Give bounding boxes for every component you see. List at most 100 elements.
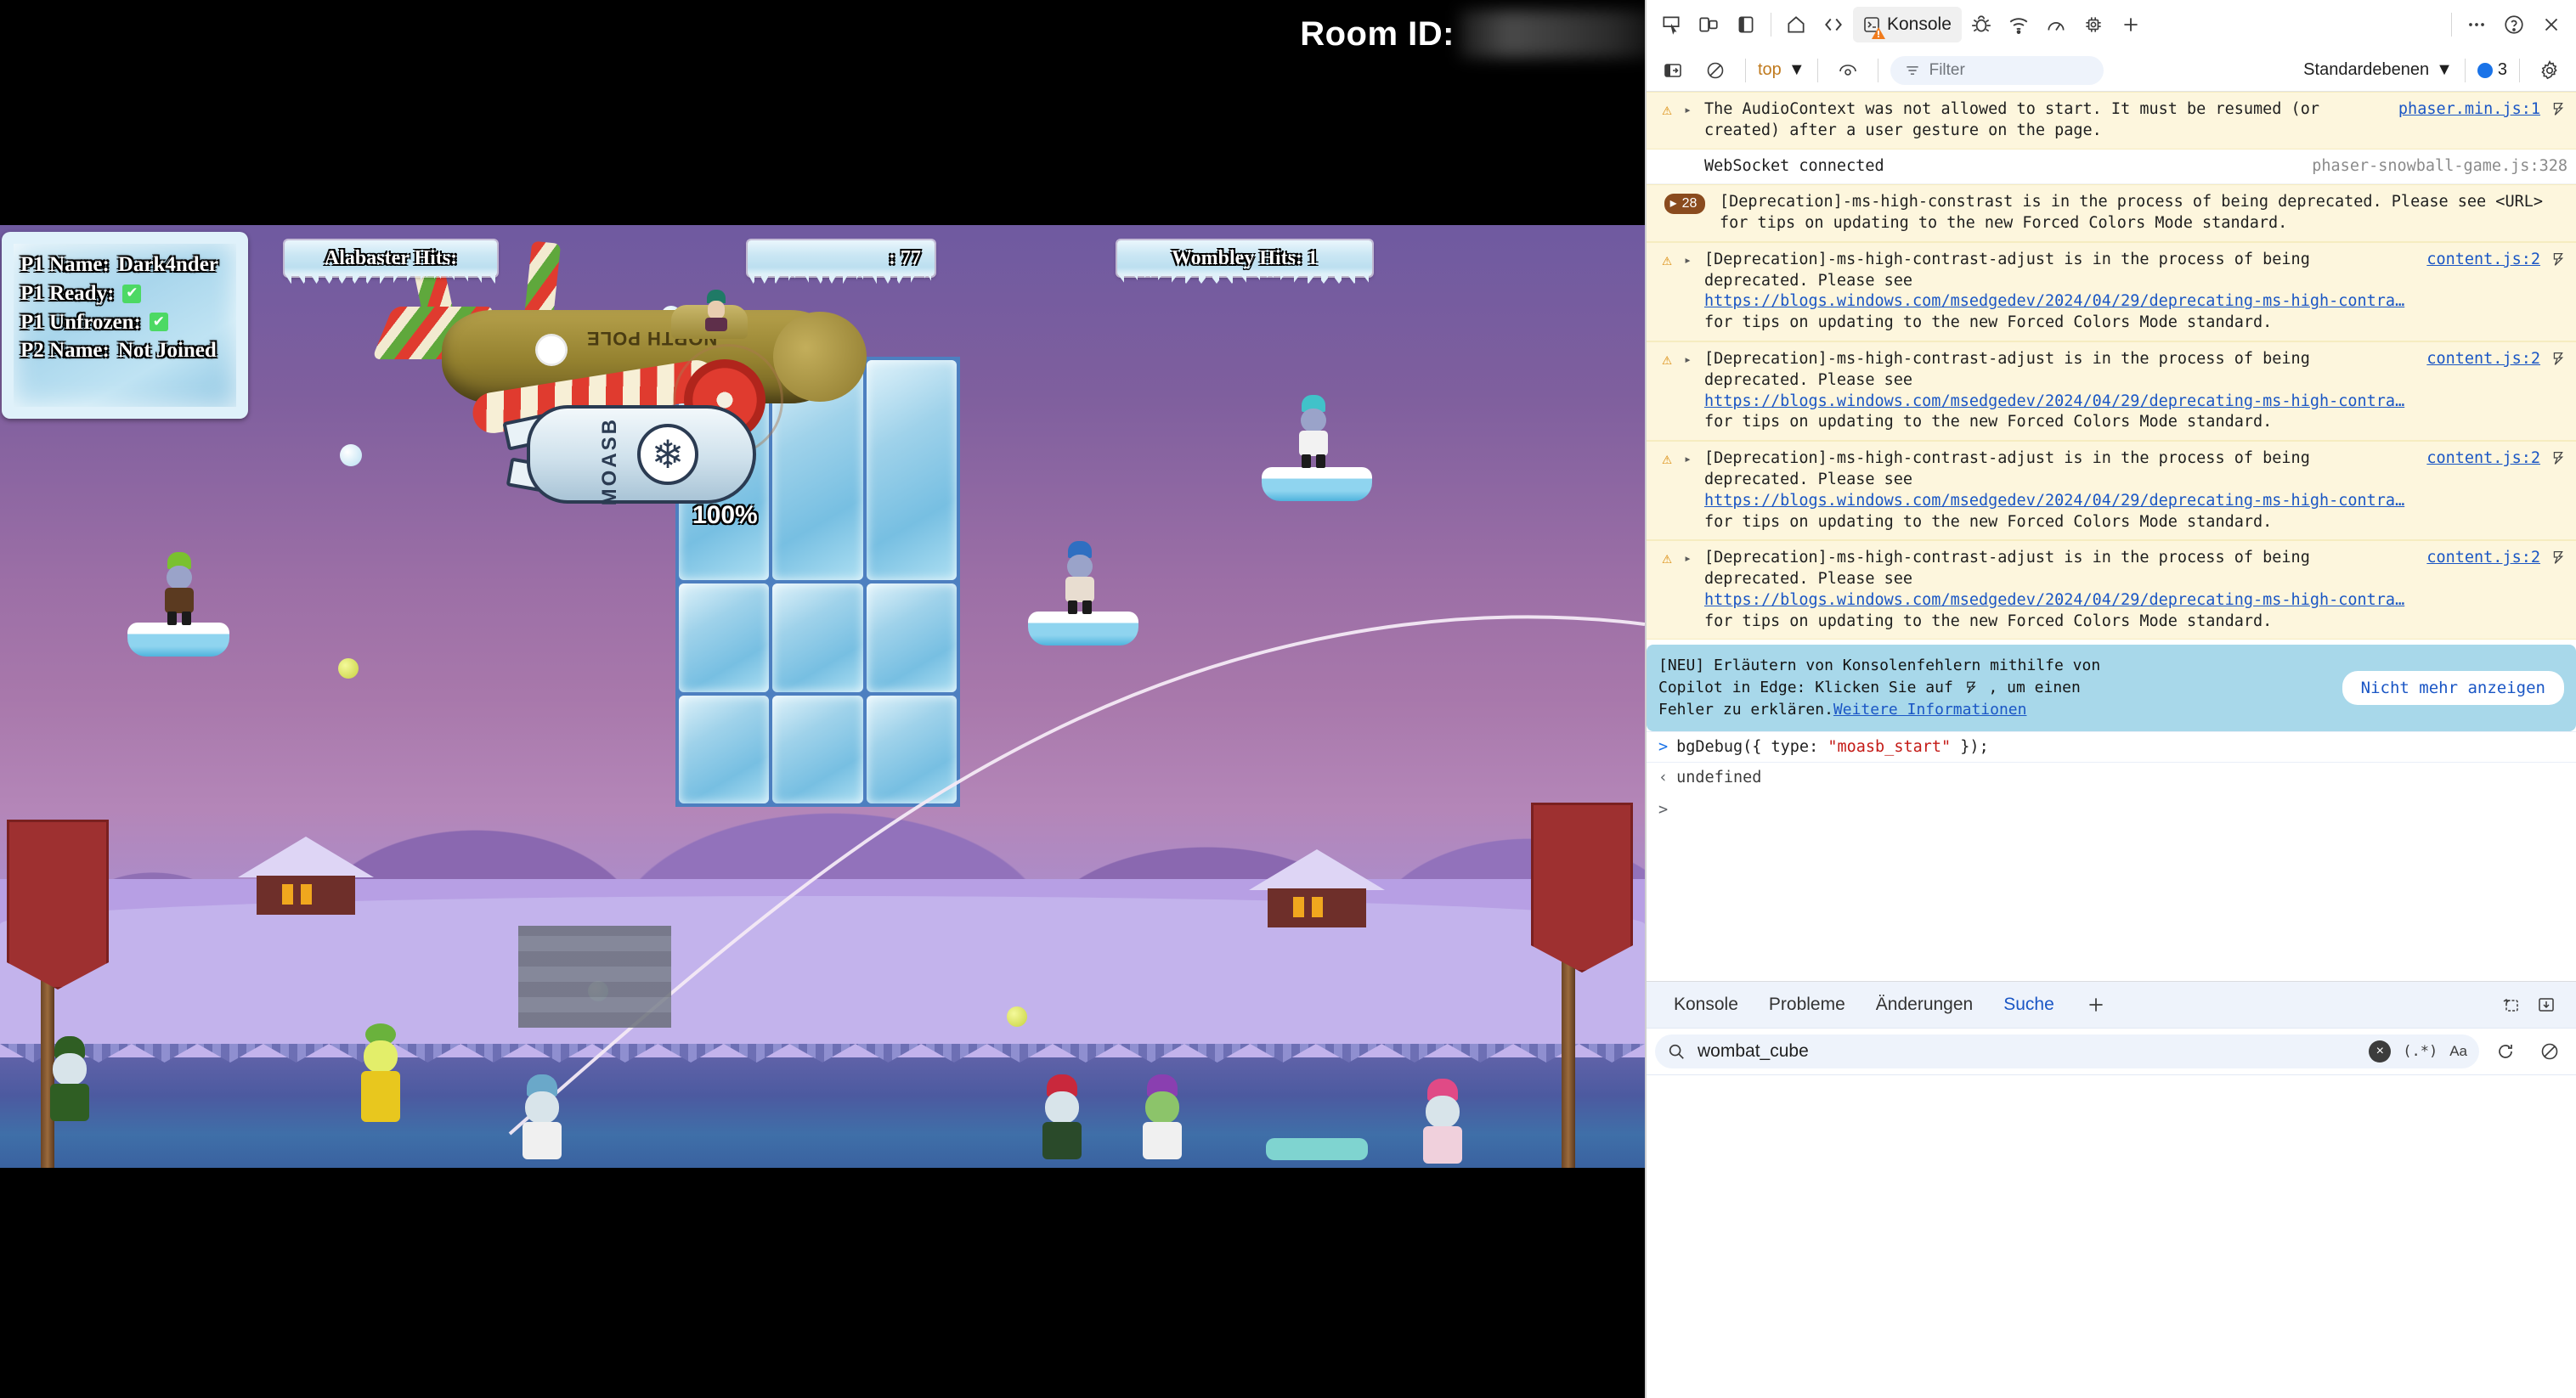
- hud-row-p1-ready: P1 Ready: ✔: [20, 279, 218, 308]
- add-panel-icon[interactable]: [2113, 7, 2149, 42]
- context-selector[interactable]: top ▼: [1758, 60, 1805, 80]
- console-prompt[interactable]: >: [1647, 792, 2576, 827]
- copilot-promo-line3a: Fehler zu erklären.: [1658, 701, 1833, 719]
- memory-icon[interactable]: [2076, 7, 2111, 42]
- console-message-warning[interactable]: ⚠ ▸ [Deprecation]-ms-high-contrast-adjus…: [1647, 441, 2576, 540]
- search-input-value[interactable]: wombat_cube: [1698, 1041, 2357, 1062]
- copilot-learn-more-link[interactable]: Weitere Informationen: [1833, 701, 2027, 719]
- message-tail: for tips on updating to the new Forced C…: [1704, 413, 2272, 431]
- house-window: [1312, 897, 1323, 917]
- game-canvas[interactable]: 100% NORTH POLE: [0, 225, 1645, 1168]
- copilot-explain-icon[interactable]: [2549, 99, 2568, 142]
- drawer-tab-suche[interactable]: Suche: [1988, 982, 2070, 1028]
- drawer-tab-konsole[interactable]: Konsole: [1658, 982, 1754, 1028]
- console-message-source[interactable]: content.js:2: [2426, 250, 2540, 334]
- copilot-dismiss-button[interactable]: Nicht mehr anzeigen: [2342, 671, 2564, 705]
- console-input-echo: > bgDebug({ type: "moasb_start" });: [1647, 731, 2576, 763]
- clear-search-results-icon[interactable]: [2532, 1034, 2568, 1069]
- console-message-warning[interactable]: ⚠ ▸ [Deprecation]-ms-high-contrast-adjus…: [1647, 341, 2576, 441]
- character-torso: [1143, 1122, 1182, 1159]
- character-ground-4: [1037, 1074, 1087, 1168]
- console-sidebar-toggle-icon[interactable]: [1655, 53, 1691, 88]
- console-output[interactable]: ⚠ ▸ The AudioContext was not allowed to …: [1647, 92, 2576, 981]
- log-levels-value: Standardebenen: [2303, 60, 2429, 80]
- chevron-down-icon: ▼: [2436, 60, 2453, 80]
- console-message-warning[interactable]: ⚠ ▸ [Deprecation]-ms-high-contrast-adjus…: [1647, 540, 2576, 640]
- console-message-log[interactable]: WebSocket connected phaser-snowball-game…: [1647, 149, 2576, 185]
- console-message-source[interactable]: content.js:2: [2426, 548, 2540, 632]
- tab-konsole[interactable]: Konsole: [1853, 7, 1962, 42]
- performance-icon[interactable]: [2038, 7, 2074, 42]
- live-expression-icon[interactable]: [1830, 53, 1866, 88]
- console-filter-input[interactable]: Filter: [1890, 56, 2104, 85]
- drawer-tab-probleme[interactable]: Probleme: [1754, 982, 1861, 1028]
- message-url-link[interactable]: https://blogs.windows.com/msedgedev/2024…: [1704, 292, 2404, 310]
- log-levels-selector[interactable]: Standardebenen ▼: [2303, 60, 2453, 80]
- welcome-home-icon[interactable]: [1778, 7, 1814, 42]
- edge-devtools-panel: Konsole: [1645, 0, 2576, 1398]
- inspect-element-icon[interactable]: [1653, 7, 1689, 42]
- copilot-explain-icon[interactable]: [2549, 250, 2568, 334]
- elf-torso: [1299, 431, 1328, 456]
- message-url-link[interactable]: https://blogs.windows.com/msedgedev/2024…: [1704, 392, 2404, 410]
- character-head: [1145, 1091, 1179, 1124]
- more-tools-icon[interactable]: [2459, 7, 2494, 42]
- refresh-search-icon[interactable]: [2488, 1034, 2523, 1069]
- message-url-link[interactable]: https://blogs.windows.com/msedgedev/2024…: [1704, 492, 2404, 510]
- console-message-source[interactable]: phaser.min.js:1: [2398, 99, 2540, 142]
- copilot-explain-icon[interactable]: [2549, 349, 2568, 433]
- console-message-group[interactable]: ▸ 28 [Deprecation]-ms-high-constrast is …: [1647, 184, 2576, 242]
- expand-arrow-icon[interactable]: ▸: [1684, 448, 1696, 533]
- gear-icon[interactable]: [2532, 53, 2568, 88]
- console-result-row: ‹ undefined: [1647, 763, 2576, 792]
- help-icon[interactable]: [2496, 7, 2532, 42]
- console-message-warning[interactable]: ⚠ ▸ The AudioContext was not allowed to …: [1647, 92, 2576, 149]
- group-count-value: 28: [1682, 194, 1698, 212]
- console-message-warning[interactable]: ⚠ ▸ [Deprecation]-ms-high-contrast-adjus…: [1647, 242, 2576, 341]
- console-message-source[interactable]: phaser-snowball-game.js:328: [2312, 156, 2568, 178]
- elements-panel-icon[interactable]: [1816, 7, 1851, 42]
- group-count-badge[interactable]: ▸ 28: [1664, 194, 1706, 213]
- snowball-yellow: [338, 658, 359, 679]
- match-case-icon[interactable]: Aa: [2449, 1043, 2467, 1060]
- restore-drawer-icon[interactable]: [2493, 987, 2528, 1023]
- expand-arrow-icon[interactable]: ▸: [1684, 349, 1696, 433]
- message-url-link[interactable]: https://blogs.windows.com/msedgedev/2024…: [1704, 591, 2404, 609]
- expand-arrow-icon[interactable]: ▸: [1684, 250, 1696, 334]
- drawer-add-tab-button[interactable]: [2070, 982, 2122, 1028]
- console-message-source[interactable]: content.js:2: [2426, 349, 2540, 433]
- drawer-tab-anderungen[interactable]: Änderungen: [1861, 982, 1988, 1028]
- debugger-icon[interactable]: [1963, 7, 1999, 42]
- snow-hill-near: [0, 896, 1645, 1057]
- room-id-label: Room ID:: [1300, 15, 1455, 54]
- hud-label: P1 Name:: [20, 251, 110, 279]
- search-input-wrapper[interactable]: wombat_cube × (.*) Aa: [1655, 1034, 2479, 1068]
- plane-nose: [773, 312, 867, 402]
- elf-legs: [1302, 454, 1325, 468]
- network-icon[interactable]: [2001, 7, 2037, 42]
- message-tail: for tips on updating to the new Forced C…: [1704, 313, 2272, 331]
- copilot-explain-icon[interactable]: [2549, 548, 2568, 632]
- issue-dot-icon: [2477, 63, 2493, 78]
- clear-search-icon[interactable]: ×: [2369, 1040, 2391, 1063]
- copilot-explain-icon[interactable]: [2549, 448, 2568, 533]
- dock-drawer-icon[interactable]: [2528, 987, 2564, 1023]
- close-devtools-icon[interactable]: [2534, 7, 2569, 42]
- expand-arrow-icon[interactable]: ▸: [1684, 548, 1696, 632]
- issues-counter[interactable]: 3: [2477, 60, 2507, 80]
- regex-toggle-icon[interactable]: (.*): [2403, 1043, 2438, 1060]
- console-message-text: WebSocket connected: [1704, 156, 2296, 178]
- clear-console-icon[interactable]: [1698, 53, 1733, 88]
- hud-value: Not Joined: [118, 336, 217, 365]
- character-head: [364, 1040, 398, 1073]
- console-message-source[interactable]: content.js:2: [2426, 448, 2540, 533]
- dock-side-icon[interactable]: [1728, 7, 1764, 42]
- expand-arrow-icon[interactable]: ▸: [1684, 99, 1696, 142]
- message-tail: for tips on updating to the new Forced C…: [1704, 612, 2272, 630]
- search-results-area[interactable]: [1647, 1075, 2576, 1398]
- filter-placeholder: Filter: [1929, 61, 1965, 80]
- copilot-promo-text: [NEU] Erläutern von Konsolenfehlern mith…: [1658, 655, 2330, 721]
- hud-label: P2 Name:: [20, 336, 110, 365]
- character-torso: [1042, 1122, 1082, 1159]
- device-emulation-icon[interactable]: [1691, 7, 1726, 42]
